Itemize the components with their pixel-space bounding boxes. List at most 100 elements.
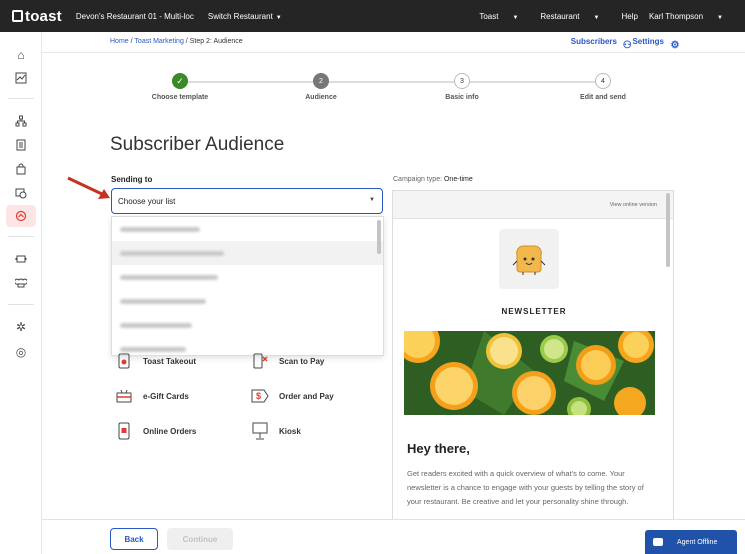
user-menu[interactable]: Karl Thompson ▼ [649,12,734,21]
toast-menu[interactable]: Toast ▼ [479,12,529,21]
continue-button[interactable]: Continue [167,528,233,550]
list-option[interactable] [112,265,383,289]
list-dropdown-menu [111,216,384,356]
feature-scan-to-pay: Scan to Pay [251,352,324,370]
chat-status-label: Agent Offline [677,538,718,546]
list-option[interactable] [112,313,383,337]
breadcrumb-home[interactable]: Home [110,38,129,45]
campaign-type: Campaign type: One-time [393,176,473,183]
step-progress-line [180,81,604,83]
campaign-type-label: Campaign type: [393,176,443,183]
campaign-type-value: One-time [443,176,473,183]
integrations-icon[interactable]: ✲ [6,316,36,338]
subscribers-link[interactable]: Subscribers ⚇ [570,37,632,51]
list-option[interactable] [112,289,383,313]
target-icon[interactable]: ◎ [6,341,36,363]
dollar-tag-icon: $ [251,387,269,405]
reports-icon[interactable] [6,67,36,89]
breadcrumb-separator: / [130,38,133,45]
step-label: Basic info [445,94,479,101]
page-title: Subscriber Audience [110,134,285,155]
list-option[interactable] [112,241,383,265]
restaurant-name: Devon's Restaurant 01 - Multi-loc [75,11,194,21]
step-number: 3 [454,73,470,89]
user-name: Karl Thompson [648,11,704,21]
step-number: 2 [313,73,329,89]
list-select-value: Choose your list [118,197,176,206]
gear-icon: ⚙ [670,40,680,51]
feature-kiosk: Kiosk [251,422,301,440]
shopping-bag-icon[interactable] [6,158,36,180]
citrus-photo [404,331,655,415]
menu-book-icon[interactable] [6,134,36,156]
breadcrumb-separator: / [185,38,188,45]
dropdown-scrollbar[interactable] [377,220,381,254]
breadcrumb: Home / Toast Marketing / Step 2: Audienc… [110,38,243,45]
chef-hat-icon[interactable] [6,272,36,294]
table-icon[interactable] [6,248,36,270]
home-icon[interactable]: ⌂ [6,44,36,66]
nav-divider [8,236,34,237]
list-option[interactable] [112,217,383,241]
feature-online-orders: Online Orders [115,422,196,440]
preview-scrollbar[interactable] [666,193,670,267]
settings-label: Settings [632,37,664,46]
nav-divider [8,304,34,305]
step-number: 4 [595,73,611,89]
step-label: Edit and send [580,94,626,101]
back-button[interactable]: Back [110,528,158,550]
feature-label: Order and Pay [279,391,334,401]
gift-card-icon [115,387,133,405]
feature-order-and-pay: $ Order and Pay [251,387,334,405]
newsletter-heading: NEWSLETTER [501,307,567,316]
settings-link[interactable]: Settings ⚙ [632,37,679,51]
logo-text: toast [25,7,62,25]
toast-logo[interactable]: toast [12,8,62,25]
step-audience: 2 Audience [261,73,381,101]
restaurant-menu-label: Restaurant [540,11,580,21]
email-preview: View online version NEWSLETTER Hey there… [392,190,674,520]
step-edit-and-send: 4 Edit and send [543,73,663,101]
switch-restaurant-label: Switch Restaurant [207,11,273,21]
feature-label: Toast Takeout [143,356,197,366]
feature-egift-cards: e-Gift Cards [115,387,189,405]
chevron-down-icon: ▼ [512,14,519,21]
toast-menu-label: Toast [479,11,499,21]
sending-to-label: Sending to [111,175,153,184]
subscribers-icon: ⚇ [622,40,632,51]
breadcrumb-current: Step 2: Audience [189,38,243,45]
chevron-down-icon: ▼ [593,14,600,21]
org-chart-icon[interactable] [6,110,36,132]
restaurant-menu[interactable]: Restaurant ▼ [540,12,610,21]
top-nav-bar: toast Devon's Restaurant 01 - Multi-loc … [0,0,745,32]
help-link[interactable]: Help [621,12,637,21]
check-icon: ✓ [172,73,188,89]
switch-restaurant-menu[interactable]: Switch Restaurant ▼ [208,12,282,21]
chat-widget[interactable]: Agent Offline [645,530,737,554]
feature-label: Scan to Pay [279,356,325,366]
preview-header: View online version [393,191,673,219]
feature-toast-takeout: Toast Takeout [115,352,196,370]
toast-mascot-icon [499,229,559,289]
left-sidebar: ⌂ ✲ ◎ [0,32,42,554]
kiosk-icon [251,422,269,440]
marketing-icon[interactable] [6,205,36,227]
step-choose-template: ✓ Choose template [120,73,240,101]
chevron-down-icon: ▼ [369,197,375,203]
step-label: Choose template [151,94,209,101]
gift-card-dollar-icon[interactable] [6,182,36,204]
chevron-down-icon: ▼ [717,14,723,21]
chevron-down-icon: ▼ [275,14,282,21]
logo-box-icon [12,10,23,22]
feature-label: e-Gift Cards [143,391,189,401]
phone-icon [115,352,133,370]
view-online-link[interactable]: View online version [610,202,657,208]
svg-text:$: $ [256,391,261,401]
nav-divider [8,98,34,99]
list-select[interactable]: Choose your list ▼ [111,188,383,214]
breadcrumb-marketing[interactable]: Toast Marketing [134,38,183,45]
red-arrow-icon [67,176,110,199]
mobile-order-icon [115,422,133,440]
subscribers-label: Subscribers [570,37,617,46]
qr-scan-icon [251,352,269,370]
